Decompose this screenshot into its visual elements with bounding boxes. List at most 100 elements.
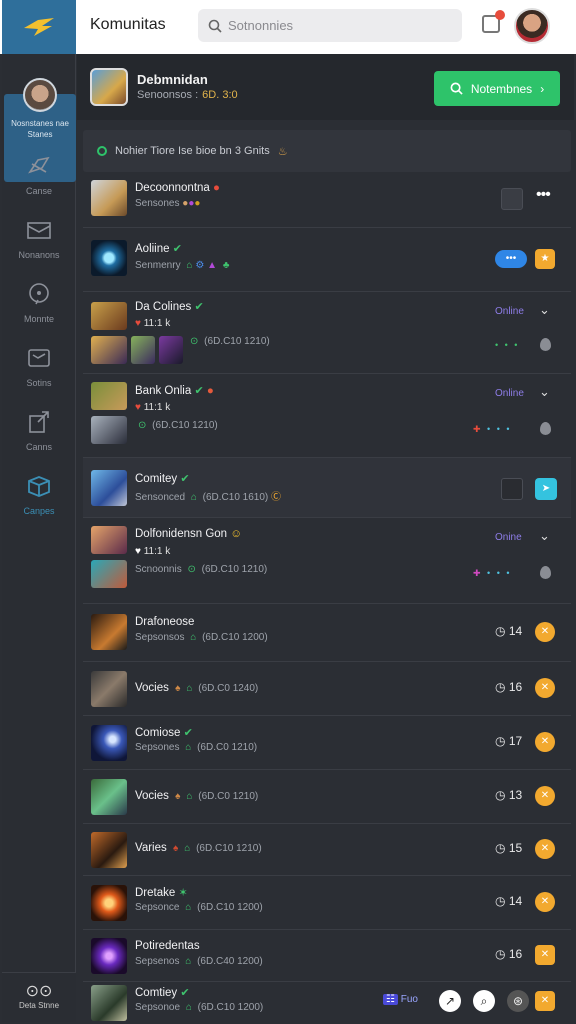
send-button[interactable]: ➤ <box>535 478 557 500</box>
app-logo[interactable] <box>2 0 76 54</box>
reward-icon[interactable]: ★ <box>535 249 555 269</box>
members-button[interactable]: Notembnes › <box>434 71 560 106</box>
sidebar-bottom-item[interactable]: ⊙⊙ Deta Stnne <box>2 972 76 1022</box>
chevron-right-icon: › <box>540 81 545 96</box>
list-item[interactable]: Da Colines ✔ ♥ 11:1 k ⊙ (6D.C10 1210) On… <box>83 292 571 374</box>
more-options-icon[interactable]: ••• <box>536 186 551 204</box>
row-meta: ♥ 11:1 k <box>135 546 171 557</box>
game-thumbnail-secondary <box>91 416 127 444</box>
sidebar-item-monitor[interactable]: Monnte <box>2 282 76 324</box>
select-checkbox[interactable] <box>501 188 523 210</box>
status-badge: Online <box>495 306 524 317</box>
timer-count: ◷ 14 <box>495 894 523 908</box>
list-item[interactable]: Vocies ♠ ⌂ (6D.C0 1240) ◷ 16 ✕ <box>83 662 571 716</box>
list-item[interactable]: Drafoneose Sepsonsos ⌂ (6D.C10 1200) ◷ 1… <box>83 604 571 662</box>
list-item[interactable]: Comiose ✔ Sepsones ⌂ (6D.C0 1210) ◷ 17 ✕ <box>83 716 571 770</box>
sidebar-item-label: Monnte <box>23 314 55 324</box>
controller-icon <box>28 156 50 174</box>
sidebar-item-label: Sotins <box>26 378 52 388</box>
game-thumbnail <box>91 470 127 506</box>
chevron-down-icon[interactable]: ⌄ <box>539 384 550 400</box>
row-tag[interactable]: ☷ Fuo <box>383 994 418 1005</box>
list-item[interactable]: Dretake ✶ Sepsonce ⌂ (6D.C10 1200) ◷ 14 … <box>83 876 571 930</box>
community-title: Debmnidan <box>137 72 208 87</box>
reward-icon[interactable]: ✕ <box>535 732 555 752</box>
game-thumbnail-secondary <box>91 336 127 364</box>
row-subtitle: ⊙ (6D.C10 1210) <box>190 336 270 347</box>
logo-icon <box>24 18 54 36</box>
message-button[interactable]: ••• <box>495 250 527 268</box>
inbox-icon <box>27 222 51 239</box>
row-subtitle: Sepsonoe ⌂ (6D.C10 1200) <box>135 1002 264 1013</box>
row-title: Dretake ✶ <box>135 887 188 899</box>
sidebar-user-avatar <box>23 78 57 112</box>
select-checkbox[interactable] <box>501 478 523 500</box>
game-thumbnail <box>91 302 127 330</box>
sidebar-item-games[interactable]: Canse <box>2 154 76 196</box>
search-input[interactable]: Sotnonnies <box>198 9 462 42</box>
globe-icon[interactable]: ⊛ <box>507 990 529 1012</box>
reward-icon[interactable]: ✕ <box>535 945 555 965</box>
sidebar-item-messages[interactable]: Nonanons <box>2 218 76 260</box>
reward-icon[interactable]: ✕ <box>535 786 555 806</box>
game-thumbnail <box>91 614 127 650</box>
timer-count: ◷ 16 <box>495 947 523 961</box>
drop-icon <box>540 338 551 351</box>
row-subtitle: ⊙ (6D.C10 1210) <box>138 420 218 431</box>
status-badge: Online <box>495 388 524 399</box>
row-title: Comitey ✔ <box>135 473 190 485</box>
search-icon <box>208 19 222 33</box>
row-subtitle: Sensonced ⌂ (6D.C10 1610) Ⓒ <box>135 492 282 503</box>
row-title: Aoliine ✔ <box>135 243 182 255</box>
list-item[interactable]: Aoliine ✔ Senmenry ⌂ ⚙ ▲ ♣ ••• ★ <box>83 228 571 292</box>
chevron-down-icon[interactable]: ⌄ <box>539 528 550 544</box>
sidebar-item-cards[interactable]: Canns <box>2 410 76 452</box>
sidebar-bottom-label: Deta Stnne <box>18 1001 60 1010</box>
main-panel: Debmnidan Senoonsos :6D. 3:0 Notembnes ›… <box>77 54 574 1024</box>
user-avatar[interactable] <box>514 8 550 44</box>
list-item[interactable]: Comtiey ✔ Sepsonoe ⌂ (6D.C10 1200) ☷ Fuo… <box>83 982 571 1024</box>
community-avatar <box>90 68 128 106</box>
row-title: Comiose ✔ <box>135 727 193 739</box>
search-icon[interactable]: ⌕ <box>473 990 495 1012</box>
game-thumbnail <box>91 180 127 216</box>
list-item[interactable]: Dolfonidensn Gon ☺ ♥ 11:1 k Scnoonnis ⊙ … <box>83 518 571 604</box>
community-subtitle: Senoonsos :6D. 3:0 <box>137 89 238 101</box>
reward-icon[interactable]: ✕ <box>535 892 555 912</box>
flame-icon: ♨ <box>277 145 288 158</box>
pin-icon[interactable]: ↗ <box>439 990 461 1012</box>
list-item[interactable]: Potiredentas Sepsenos ⌂ (6D.C40 1200) ◷ … <box>83 930 571 982</box>
export-icon <box>29 411 49 433</box>
list-item[interactable]: Varies ♠ ⌂ (6D.C10 1210) ◷ 15 ✕ <box>83 824 571 876</box>
sidebar-item-campus[interactable]: Canpes <box>2 474 76 516</box>
list-item[interactable]: Comitey ✔ Sensonced ⌂ (6D.C10 1610) Ⓒ ➤ <box>83 458 571 518</box>
status-badge: Onine <box>495 532 522 543</box>
activity-icons: • • • <box>495 340 520 350</box>
sidebar-item-label: Canns <box>25 442 52 452</box>
game-thumbnail <box>91 382 127 410</box>
game-thumbnail <box>91 885 127 921</box>
game-thumbnail <box>91 779 127 815</box>
game-thumbnail <box>91 725 127 761</box>
reward-icon[interactable]: ✕ <box>535 991 555 1011</box>
box-icon <box>28 476 50 497</box>
list-item[interactable]: Decoonnontna ● Sensones ●●● ••• <box>83 172 571 228</box>
list-item[interactable]: Vocies ♠ ⌂ (6D.C0 1210) ◷ 13 ✕ <box>83 770 571 824</box>
timer-count: ◷ 14 <box>495 624 523 638</box>
game-thumbnail-secondary <box>91 560 127 588</box>
notifications-icon[interactable] <box>482 10 505 33</box>
row-subtitle: Sepsonsos ⌂ (6D.C10 1200) <box>135 632 268 643</box>
notification-dot <box>495 10 505 20</box>
sidebar-item-settings[interactable]: Sotins <box>2 346 76 388</box>
community-header: Debmnidan Senoonsos :6D. 3:0 Notembnes › <box>77 54 574 120</box>
reward-icon[interactable]: ✕ <box>535 678 555 698</box>
row-title: Potiredentas <box>135 940 200 952</box>
row-subtitle: Scnoonnis ⊙ (6D.C10 1210) <box>135 564 268 575</box>
search-placeholder: Sotnonnies <box>228 18 294 33</box>
row-meta: ♥ 11:1 k <box>135 318 171 329</box>
top-bar: Komunitas Sotnonnies <box>0 0 576 54</box>
chevron-down-icon[interactable]: ⌄ <box>539 302 550 318</box>
reward-icon[interactable]: ✕ <box>535 839 555 859</box>
list-item[interactable]: Bank Onlia ✔ ● ♥ 11:1 k ⊙ (6D.C10 1210) … <box>83 374 571 458</box>
reward-icon[interactable]: ✕ <box>535 622 555 642</box>
